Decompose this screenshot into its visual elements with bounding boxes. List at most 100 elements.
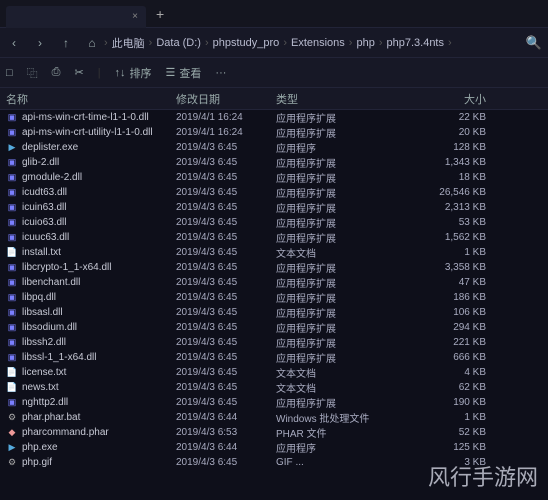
header-date[interactable]: 修改日期 (176, 91, 276, 107)
file-row[interactable]: ▣api-ms-win-crt-utility-l1-1-0.dll2019/4… (0, 125, 548, 140)
file-row[interactable]: ▣gmodule-2.dll2019/4/3 6:45应用程序扩展18 KB (0, 170, 548, 185)
file-size: 106 KB (406, 307, 486, 318)
file-name: license.txt (22, 367, 176, 378)
back-icon[interactable]: ‹ (6, 36, 22, 50)
header-name[interactable]: 名称 (6, 91, 176, 107)
file-type: 应用程序扩展 (276, 260, 406, 275)
file-row[interactable]: ▣icuio63.dll2019/4/3 6:45应用程序扩展53 KB (0, 215, 548, 230)
more-button[interactable]: ··· (215, 67, 226, 79)
file-row[interactable]: ⚙php.ini2024/7/22 16:13配置设置72 KB (0, 470, 548, 472)
file-name: php.exe (22, 442, 176, 453)
file-row[interactable]: ▣nghttp2.dll2019/4/3 6:45应用程序扩展190 KB (0, 395, 548, 410)
tab-bar: × + (0, 0, 548, 28)
file-icon: ▣ (6, 172, 18, 184)
file-name: libsodium.dll (22, 322, 176, 333)
file-row[interactable]: ▣libsasl.dll2019/4/3 6:45应用程序扩展106 KB (0, 305, 548, 320)
crumb-pc[interactable]: 此电脑 (112, 35, 145, 51)
file-row[interactable]: ◆pharcommand.phar2019/4/3 6:53PHAR 文件52 … (0, 425, 548, 440)
file-date: 2019/4/3 6:44 (176, 412, 276, 423)
file-date: 2019/4/3 6:45 (176, 247, 276, 258)
view-button[interactable]: ☰查看 (166, 65, 202, 81)
file-row[interactable]: ▣libssl-1_1-x64.dll2019/4/3 6:45应用程序扩展66… (0, 350, 548, 365)
file-row[interactable]: ▣icuin63.dll2019/4/3 6:45应用程序扩展2,313 KB (0, 200, 548, 215)
up-icon[interactable]: ↑ (58, 36, 74, 50)
file-date: 2019/4/3 6:45 (176, 367, 276, 378)
file-type: 应用程序扩展 (276, 170, 406, 185)
active-tab[interactable]: × (6, 6, 146, 28)
file-name: api-ms-win-crt-utility-l1-1-0.dll (22, 127, 176, 138)
search-icon[interactable]: 🔍 (526, 35, 542, 51)
file-row[interactable]: ▣libenchant.dll2019/4/3 6:45应用程序扩展47 KB (0, 275, 548, 290)
file-date: 2019/4/3 6:45 (176, 187, 276, 198)
file-icon: ▣ (6, 337, 18, 349)
file-row[interactable]: ▣libcrypto-1_1-x64.dll2019/4/3 6:45应用程序扩… (0, 260, 548, 275)
paste-button[interactable]: ⎙ (52, 66, 61, 79)
file-row[interactable]: ▣libpq.dll2019/4/3 6:45应用程序扩展186 KB (0, 290, 548, 305)
file-name: libcrypto-1_1-x64.dll (22, 262, 176, 273)
close-tab-icon[interactable]: × (132, 11, 138, 22)
file-size: 1,343 KB (406, 157, 486, 168)
file-icon: ▣ (6, 202, 18, 214)
file-row[interactable]: 📄install.txt2019/4/3 6:45文本文档1 KB (0, 245, 548, 260)
file-row[interactable]: ▣libssh2.dll2019/4/3 6:45应用程序扩展221 KB (0, 335, 548, 350)
file-type: 应用程序扩展 (276, 320, 406, 335)
file-row[interactable]: ▣icuuc63.dll2019/4/3 6:45应用程序扩展1,562 KB (0, 230, 548, 245)
header-type[interactable]: 类型 (276, 91, 406, 107)
file-icon: ⚙ (6, 457, 18, 469)
file-size: 4 KB (406, 367, 486, 378)
file-row[interactable]: ▣glib-2.dll2019/4/3 6:45应用程序扩展1,343 KB (0, 155, 548, 170)
file-type: PHAR 文件 (276, 425, 406, 440)
file-type: 应用程序扩展 (276, 215, 406, 230)
file-row[interactable]: ⚙php.gif2019/4/3 6:45GIF ...3 KB (0, 455, 548, 470)
crumb-drive[interactable]: Data (D:) (156, 37, 201, 49)
forward-icon[interactable]: › (32, 36, 48, 50)
header-size[interactable]: 大小 (406, 91, 486, 107)
file-size: 22 KB (406, 112, 486, 123)
file-icon: ▶ (6, 142, 18, 154)
file-type: 应用程序扩展 (276, 230, 406, 245)
column-headers: 名称 修改日期 类型 大小 (0, 88, 548, 110)
file-row[interactable]: ▶php.exe2019/4/3 6:44应用程序125 KB (0, 440, 548, 455)
sort-button[interactable]: ↑↓排序 (115, 65, 152, 81)
file-type: GIF ... (276, 457, 406, 468)
file-name: install.txt (22, 247, 176, 258)
crumb-3[interactable]: Extensions (291, 37, 345, 49)
file-name: libenchant.dll (22, 277, 176, 288)
new-tab-icon[interactable]: + (156, 6, 164, 22)
file-type: Windows 批处理文件 (276, 410, 406, 425)
file-size: 53 KB (406, 217, 486, 228)
file-row[interactable]: ▣api-ms-win-crt-time-l1-1-0.dll2019/4/1 … (0, 110, 548, 125)
file-date: 2019/4/3 6:45 (176, 157, 276, 168)
file-icon: ▣ (6, 217, 18, 229)
file-name: news.txt (22, 382, 176, 393)
file-row[interactable]: ▣icudt63.dll2019/4/3 6:45应用程序扩展26,546 KB (0, 185, 548, 200)
file-size: 190 KB (406, 397, 486, 408)
file-date: 2019/4/3 6:45 (176, 397, 276, 408)
file-size: 47 KB (406, 277, 486, 288)
file-row[interactable]: ⚙phar.phar.bat2019/4/3 6:44Windows 批处理文件… (0, 410, 548, 425)
file-row[interactable]: 📄news.txt2019/4/3 6:45文本文档62 KB (0, 380, 548, 395)
crumb-4[interactable]: php (356, 37, 374, 49)
file-size: 125 KB (406, 442, 486, 453)
crumb-2[interactable]: phpstudy_pro (213, 37, 280, 49)
file-icon: ◆ (6, 427, 18, 439)
crumb-5[interactable]: php7.3.4nts (387, 37, 445, 49)
file-size: 128 KB (406, 142, 486, 153)
cut-button[interactable]: ✂ (74, 66, 83, 79)
file-name: libsasl.dll (22, 307, 176, 318)
breadcrumb[interactable]: ⌂ › 此电脑 › Data (D:) › phpstudy_pro › Ext… (84, 35, 516, 51)
file-list[interactable]: ▣api-ms-win-crt-time-l1-1-0.dll2019/4/1 … (0, 110, 548, 472)
copy-button[interactable]: ⿻ (27, 65, 38, 81)
file-icon: ▣ (6, 232, 18, 244)
view-icon: ☰ (166, 66, 176, 79)
file-date: 2019/4/3 6:45 (176, 307, 276, 318)
file-row[interactable]: 📄license.txt2019/4/3 6:45文本文档4 KB (0, 365, 548, 380)
file-type: 应用程序扩展 (276, 155, 406, 170)
home-icon[interactable]: ⌂ (84, 36, 100, 50)
file-type: 文本文档 (276, 380, 406, 395)
new-button[interactable]: □ (6, 67, 13, 79)
file-icon: 📄 (6, 247, 18, 259)
file-row[interactable]: ▶deplister.exe2019/4/3 6:45应用程序128 KB (0, 140, 548, 155)
file-name: libssl-1_1-x64.dll (22, 352, 176, 363)
file-row[interactable]: ▣libsodium.dll2019/4/3 6:45应用程序扩展294 KB (0, 320, 548, 335)
